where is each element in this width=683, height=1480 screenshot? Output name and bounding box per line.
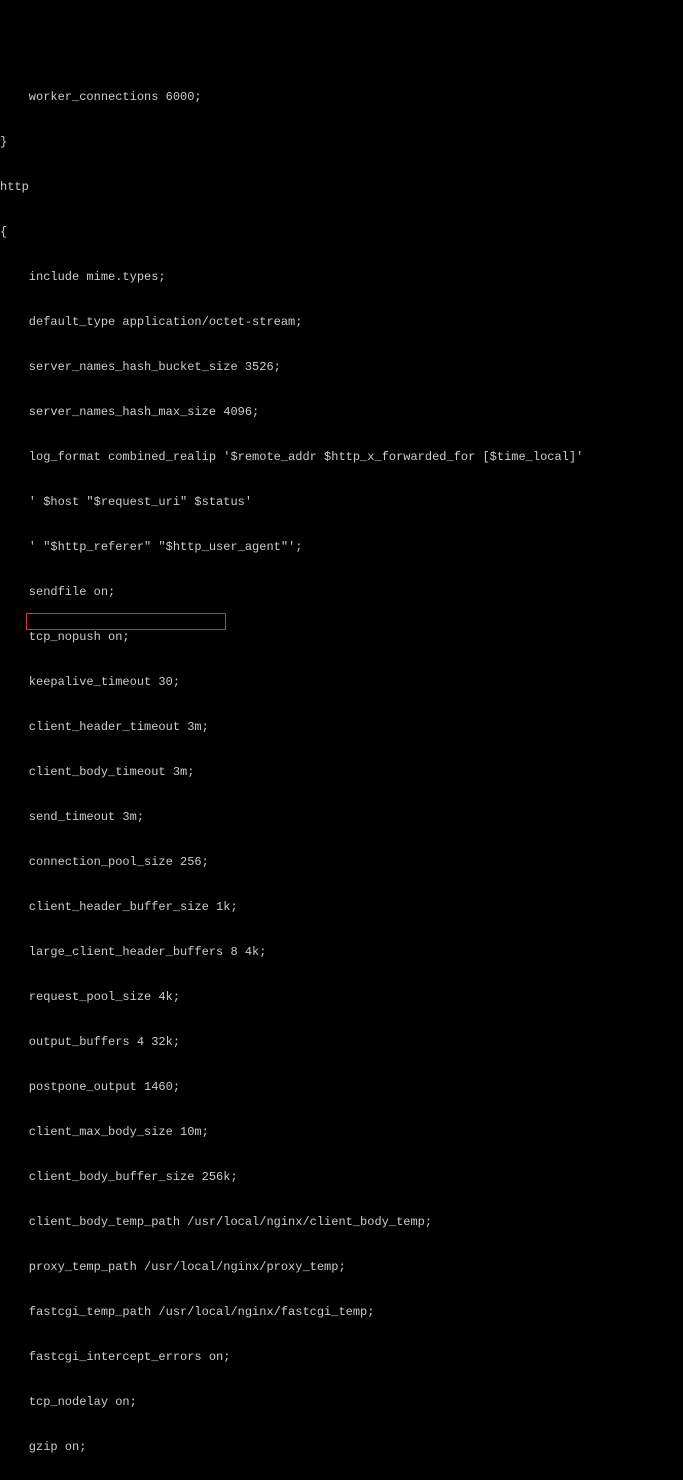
code-line: log_format combined_realip '$remote_addr…	[0, 450, 683, 465]
code-line: client_body_timeout 3m;	[0, 765, 683, 780]
code-line: http	[0, 180, 683, 195]
code-line: postpone_output 1460;	[0, 1080, 683, 1095]
code-line: client_body_temp_path /usr/local/nginx/c…	[0, 1215, 683, 1230]
code-line: client_max_body_size 10m;	[0, 1125, 683, 1140]
code-line: }	[0, 135, 683, 150]
code-line: default_type application/octet-stream;	[0, 315, 683, 330]
code-line: output_buffers 4 32k;	[0, 1035, 683, 1050]
code-line: fastcgi_temp_path /usr/local/nginx/fastc…	[0, 1305, 683, 1320]
vim-editor-viewport[interactable]: worker_connections 6000; } http { includ…	[0, 60, 683, 1480]
code-line: gzip on;	[0, 1440, 683, 1455]
code-line: send_timeout 3m;	[0, 810, 683, 825]
code-line: client_header_buffer_size 1k;	[0, 900, 683, 915]
code-line: connection_pool_size 256;	[0, 855, 683, 870]
code-line: sendfile on;	[0, 585, 683, 600]
code-line: keepalive_timeout 30;	[0, 675, 683, 690]
code-line: fastcgi_intercept_errors on;	[0, 1350, 683, 1365]
code-line: ' $host "$request_uri" $status'	[0, 495, 683, 510]
code-line: request_pool_size 4k;	[0, 990, 683, 1005]
code-line: server_names_hash_bucket_size 3526;	[0, 360, 683, 375]
code-line: server_names_hash_max_size 4096;	[0, 405, 683, 420]
code-line: client_header_timeout 3m;	[0, 720, 683, 735]
code-line: tcp_nodelay on;	[0, 1395, 683, 1410]
annotation-highlight-box	[26, 613, 226, 630]
code-line: worker_connections 6000;	[0, 90, 683, 105]
code-line: include mime.types;	[0, 270, 683, 285]
code-line: ' "$http_referer" "$http_user_agent"';	[0, 540, 683, 555]
code-line: {	[0, 225, 683, 240]
code-line: tcp_nopush on;	[0, 630, 683, 645]
code-line: proxy_temp_path /usr/local/nginx/proxy_t…	[0, 1260, 683, 1275]
code-line: large_client_header_buffers 8 4k;	[0, 945, 683, 960]
code-line: client_body_buffer_size 256k;	[0, 1170, 683, 1185]
